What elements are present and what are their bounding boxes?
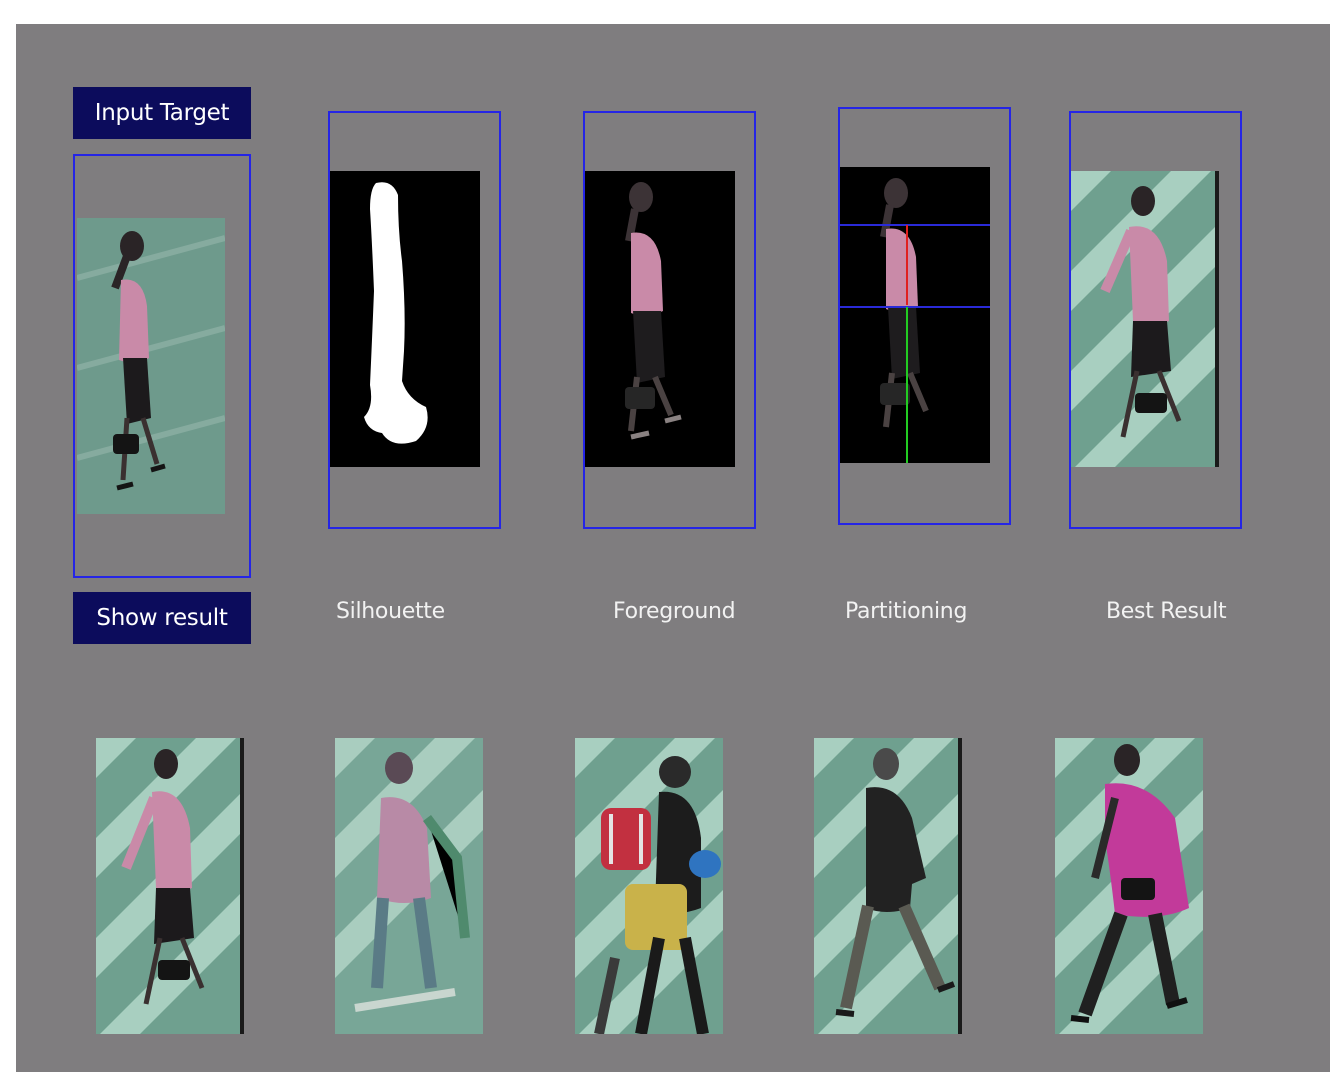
input-target-image [77, 218, 225, 514]
gallery-result-4[interactable] [814, 738, 962, 1034]
best-result-label: Best Result [1106, 599, 1227, 624]
gallery-result-2[interactable] [335, 738, 483, 1034]
best-result-image [1071, 171, 1219, 467]
silhouette-frame [328, 111, 501, 529]
gallery-result-5[interactable] [1055, 738, 1203, 1034]
silhouette-label: Silhouette [336, 599, 445, 624]
partitioning-frame [838, 107, 1011, 525]
app-panel: Input Target Show result Silhouette Fore… [16, 24, 1330, 1072]
partitioning-image [840, 167, 990, 463]
input-target-frame [73, 154, 251, 578]
best-result-frame [1069, 111, 1242, 529]
foreground-image [585, 171, 735, 467]
foreground-label: Foreground [613, 599, 736, 624]
silhouette-image [330, 171, 480, 467]
gallery-result-1[interactable] [96, 738, 244, 1034]
foreground-frame [583, 111, 756, 529]
input-target-button[interactable]: Input Target [73, 87, 251, 139]
gallery-result-3[interactable] [575, 738, 723, 1034]
partitioning-label: Partitioning [845, 599, 968, 624]
show-result-button[interactable]: Show result [73, 592, 251, 644]
